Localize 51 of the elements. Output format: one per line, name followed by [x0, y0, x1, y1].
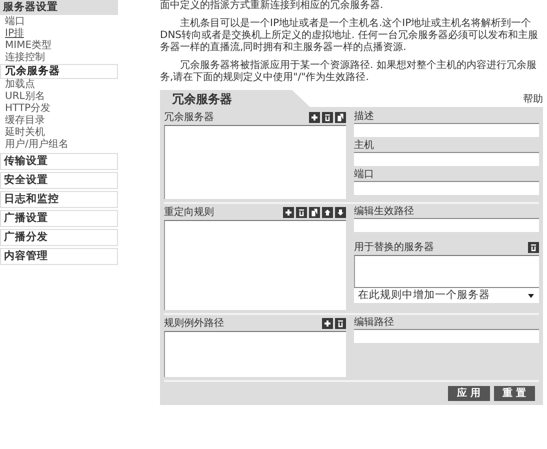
sidebar-item[interactable]: 延时关机: [0, 127, 118, 139]
help-link[interactable]: 帮助: [523, 92, 543, 107]
sidebar-item[interactable]: URL别名: [0, 91, 118, 103]
up-arrow-icon[interactable]: [322, 206, 333, 218]
copy-icon[interactable]: [309, 206, 320, 218]
sidebar-section[interactable]: 广播设置: [0, 210, 118, 227]
sidebar-item[interactable]: 用户/用户组名: [0, 139, 118, 151]
sidebar-item[interactable]: 连接控制: [0, 52, 118, 64]
add-icon[interactable]: [309, 112, 320, 123]
panel-button[interactable]: 应 用: [448, 386, 490, 401]
list-label: 冗余服务器: [164, 111, 214, 124]
field-label: 主机: [354, 139, 375, 152]
sidebar-item[interactable]: 加载点: [0, 79, 118, 91]
field-label: 编辑生效路径: [354, 205, 415, 218]
sidebar-item[interactable]: MIME类型: [0, 40, 118, 52]
list-label: 规则例外路径: [164, 317, 224, 330]
panel-button[interactable]: 重 置: [494, 386, 535, 401]
input-field[interactable]: [354, 329, 539, 343]
sidebar-section[interactable]: 服务器设置: [0, 0, 118, 15]
sidebar-item[interactable]: 端口: [0, 16, 118, 28]
input-field[interactable]: [354, 152, 539, 166]
paragraph: 主机条目可以是一个IP地址或者是一个主机名.这个IP地址或主机名将解析到一个DNS转向或者是交换机上所定义的虚拟地址. 任何一台冗余服务器必须可以发布和主服务器一样的直播流,同时拥有和主服务器一样的点播资源.: [160, 18, 539, 54]
sidebar-section[interactable]: 传输设置: [0, 153, 118, 170]
delete-icon[interactable]: [335, 318, 346, 329]
field-label: 描述: [354, 110, 375, 123]
sidebar-item[interactable]: HTTP分发: [0, 103, 118, 115]
list-box[interactable]: [354, 255, 539, 287]
sidebar-section[interactable]: 安全设置: [0, 172, 118, 189]
sidebar-section[interactable]: 日志和监控: [0, 191, 118, 208]
delete-icon[interactable]: [296, 206, 307, 218]
list-box[interactable]: [164, 331, 346, 377]
input-field[interactable]: [354, 218, 539, 232]
sidebar-item[interactable]: 缓存目录: [0, 115, 118, 127]
field-label: 用于替换的服务器: [354, 241, 434, 254]
add-icon[interactable]: [283, 206, 294, 218]
delete-icon[interactable]: [322, 112, 333, 123]
field-label: 编辑路径: [354, 316, 395, 329]
input-field[interactable]: [354, 123, 539, 137]
dropdown[interactable]: 在此规则中增加一个服务器: [354, 287, 539, 303]
sidebar-item[interactable]: 冗余服务器: [0, 64, 118, 79]
copy-icon[interactable]: [335, 112, 346, 123]
sidebar-section[interactable]: 广播分发: [0, 229, 118, 246]
down-arrow-icon[interactable]: [335, 206, 346, 218]
input-field[interactable]: [354, 181, 539, 195]
list-label: 重定向规则: [164, 206, 214, 219]
delete-icon[interactable]: [528, 242, 539, 253]
sidebar-section[interactable]: 内容管理: [0, 248, 118, 265]
add-icon[interactable]: [322, 318, 333, 329]
sidebar-item[interactable]: IP排: [0, 28, 118, 40]
paragraph: 冗余服务器将被指派应用于某一个资源路径. 如果想对整个主机的内容进行冗余服务,请在下面的规则定义中使用"/"作为生效路径.: [160, 60, 538, 84]
field-label: 端口: [354, 168, 375, 181]
